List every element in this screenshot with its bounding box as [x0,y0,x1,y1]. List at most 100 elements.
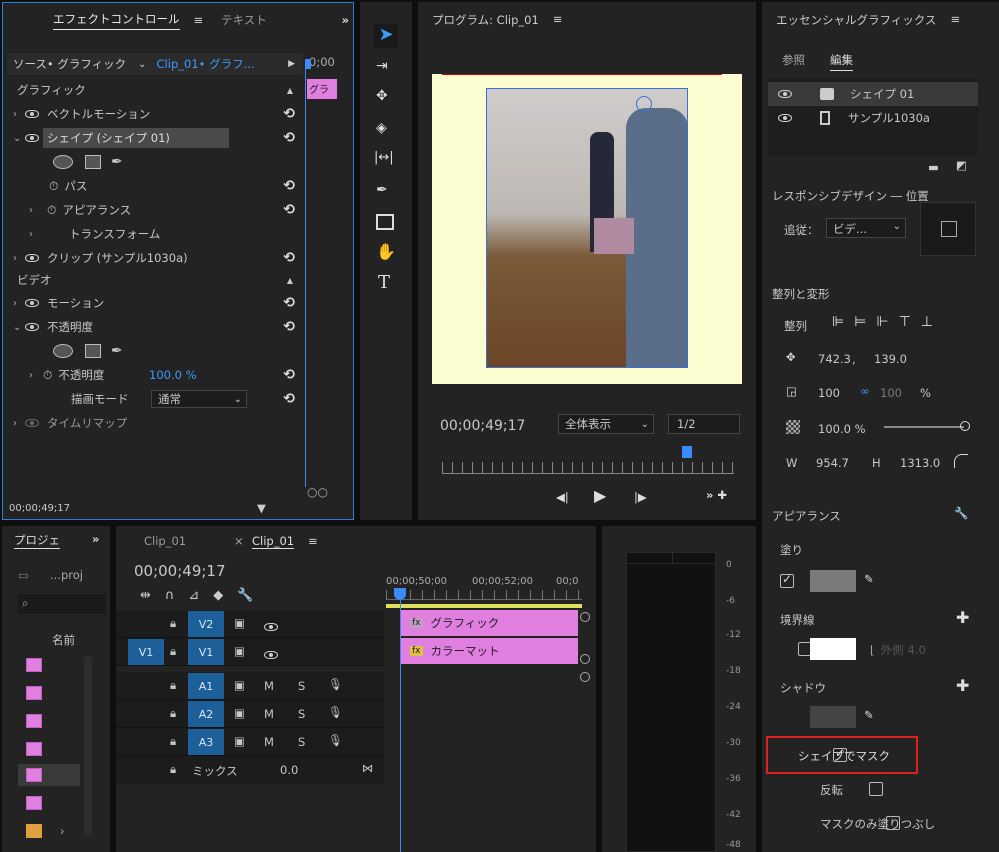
mute-button[interactable]: M [264,707,274,721]
shape-bounding-box[interactable] [486,88,688,368]
reset-icon[interactable]: ⟲ [283,130,295,146]
chevron-down-icon[interactable]: ⌄ [13,322,25,333]
stroke-select[interactable]: ⌊ 外側 4.0 [870,640,968,660]
type-tool-icon[interactable]: T [378,272,390,293]
project-title[interactable]: プロジェ [14,532,60,549]
mute-button[interactable]: M [264,679,274,693]
follow-select[interactable]: ビデ... ⌄ [826,218,906,238]
eye-icon[interactable] [25,299,39,307]
eye-icon[interactable] [264,623,278,631]
eyedropper-icon[interactable]: ✎ [864,572,874,586]
play-icon[interactable]: ▶ [594,486,606,505]
collapse-icon[interactable]: ▲ [287,276,293,285]
panel-menu-icon[interactable]: ≡ [308,534,318,548]
row-opacity-value[interactable]: › ⏱ 不透明度 100.0 % ⟲ [3,363,303,387]
scroll-handle[interactable] [580,672,590,682]
timeline-playhead[interactable] [400,592,401,852]
row-transform[interactable]: › トランスフォーム [3,222,303,246]
step-forward-icon[interactable]: |▶ [634,490,647,504]
chevron-right-icon[interactable]: › [13,109,25,120]
eye-icon[interactable] [264,651,278,659]
row-opacity[interactable]: ⌄ 不透明度 ⟲ [3,315,303,339]
folder-icon[interactable]: ▬ [928,160,939,174]
resolution-select[interactable]: 1/2 [668,414,740,434]
mic-icon[interactable]: 🎙︎ [328,677,343,691]
opacity-slider[interactable] [884,426,964,428]
item-swatch[interactable] [26,686,42,700]
razor-tool-icon[interactable]: ◈ [376,120,387,136]
film-icon[interactable]: ▣ [234,706,245,720]
rectangle-icon[interactable] [85,155,101,169]
eye-icon[interactable] [778,90,792,98]
solo-button[interactable]: S [298,707,305,721]
corner-radius-icon[interactable] [954,454,968,468]
row-motion[interactable]: › モーション ⟲ [3,291,303,315]
clip-graphic[interactable]: fx グラフィック [400,610,578,636]
source-v1[interactable]: V1 [128,639,164,665]
reset-icon[interactable]: ⟲ [283,367,295,383]
mic-icon[interactable]: 🎙︎ [328,705,343,719]
chevron-down-icon[interactable]: ⌄ [13,133,25,144]
tab-clip-1[interactable]: Clip_01 [144,534,186,548]
reset-icon[interactable]: ⟲ [283,319,295,335]
pen-icon[interactable]: ✒ [111,154,123,170]
project-search[interactable]: ⌕ [18,594,106,614]
track-a1[interactable]: A1 [188,673,224,699]
bin-swatch[interactable] [26,824,42,838]
tab-edit[interactable]: 編集 [830,52,853,71]
tab-text[interactable]: テキスト [221,12,267,28]
scrub-playhead[interactable] [682,446,692,458]
chevron-down-icon[interactable]: ⌄ [138,59,146,70]
pos-x[interactable]: 742.3 [818,352,851,366]
row-appearance[interactable]: › ⏱ アピアランス ⟲ [3,198,303,222]
stopwatch-icon[interactable]: ⏱ [47,203,56,218]
circle-buttons[interactable]: ○○ [307,485,328,499]
step-back-icon[interactable]: ◀| [556,490,569,504]
anchor-point-icon[interactable] [636,96,652,112]
chevron-right-icon[interactable]: › [13,418,25,429]
row-clip[interactable]: › クリップ (サンプル1030a) ⟲ [3,246,303,270]
pen-tool-icon[interactable]: ✒ [376,182,388,198]
mix-value[interactable]: 0.0 [280,763,298,777]
h-value[interactable]: 1313.0 [900,456,940,470]
fill-checkbox[interactable] [780,572,794,588]
rectangle-tool-icon[interactable] [376,214,394,230]
film-icon[interactable]: ▣ [234,734,245,748]
pen-icon[interactable]: ✒ [111,343,123,359]
filter-icon[interactable]: ▼ [257,501,266,515]
lock-icon[interactable]: 🔒︎ [170,644,176,659]
video-frame[interactable] [432,74,742,384]
timeline-tools[interactable]: ⇹∩⊿◆🔧 [140,588,267,603]
reset-icon[interactable]: ⟲ [283,178,295,194]
track-a2[interactable]: A2 [188,701,224,727]
pin-grid[interactable] [920,202,976,256]
opacity-value[interactable]: 100.0 % [149,368,197,382]
layer-shape[interactable]: シェイプ 01 [768,82,978,106]
panel-menu-icon[interactable]: ≡ [194,13,204,27]
wrench-icon[interactable]: 🔧 [954,506,968,520]
row-time-remap[interactable]: › タイムリマップ [3,411,303,435]
reset-icon[interactable]: ⟲ [283,391,295,407]
item-swatch[interactable] [26,796,42,810]
eyedropper-icon[interactable]: ✎ [864,708,874,722]
lock-icon[interactable]: 🔒︎ [170,678,176,693]
clip-label[interactable]: Clip_01• グラフ... [157,56,255,72]
link-icon[interactable]: ∞ [860,384,870,398]
more-controls-icon[interactable]: » ✚ [706,488,727,502]
col-name[interactable]: 名前 [52,632,75,648]
zoom-select[interactable]: 全体表示 ⌄ [558,414,654,434]
chevron-right-icon[interactable]: › [29,205,41,216]
track-select-tool-icon[interactable]: ⇥ [376,58,388,74]
ellipse-icon[interactable] [53,155,73,169]
collapse-icon[interactable]: ▲ [287,86,293,95]
ripple-edit-tool-icon[interactable]: ✥ [376,88,388,104]
mute-button[interactable]: M [264,735,274,749]
selection-tool-icon[interactable]: ➤ [374,24,398,48]
ec-mini-clip[interactable]: グラ [307,79,337,99]
lock-icon[interactable]: 🔒︎ [170,762,176,777]
row-path[interactable]: ⏱ パス ⟲ [3,174,303,198]
program-timecode[interactable]: 00;00;49;17 [440,418,525,434]
new-layer-icon[interactable]: ◩ [956,158,967,172]
row-shape[interactable]: ⌄ シェイプ (シェイプ 01) ⟲ [3,126,303,150]
track-a3[interactable]: A3 [188,729,224,755]
